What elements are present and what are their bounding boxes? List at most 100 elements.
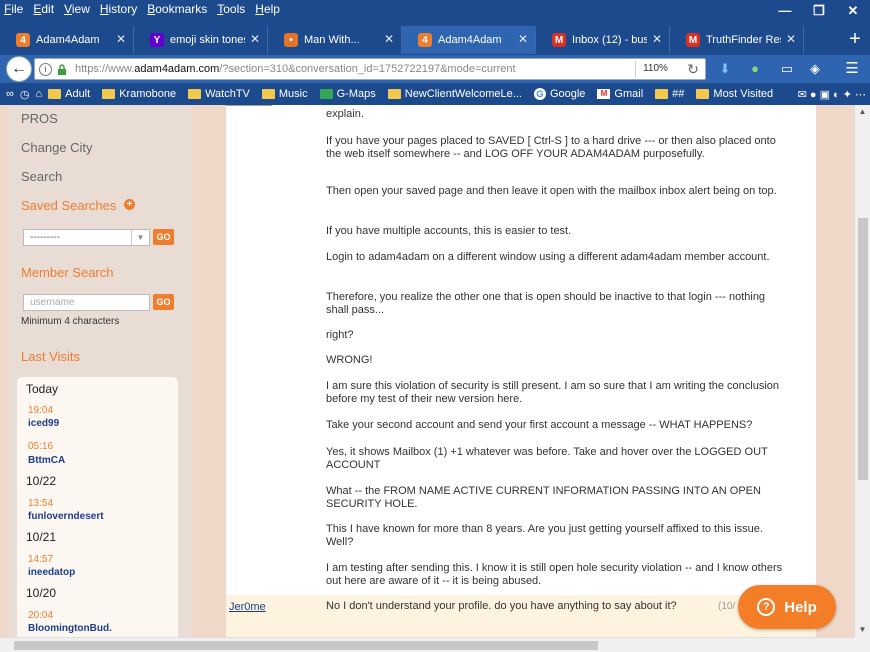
home-icon[interactable]: ⌂: [35, 88, 42, 100]
bookmark-most-visited[interactable]: Most Visited: [696, 88, 773, 100]
message-row[interactable]: Jer0me No I don't understand your profil…: [226, 595, 816, 637]
bookmark-google[interactable]: G Google: [533, 88, 585, 100]
close-tab-icon[interactable]: ✕: [383, 33, 395, 45]
menu-edit[interactable]: Edit: [33, 2, 54, 16]
menu-history[interactable]: History: [100, 2, 137, 16]
message-paragraph: If you have your pages placed to SAVED […: [326, 135, 776, 160]
visit-time: 13:54: [28, 498, 54, 509]
sidebar-item-member-search[interactable]: Member Search: [21, 265, 113, 280]
vertical-scrollbar[interactable]: ▲ ▼: [854, 105, 870, 637]
mask-icon[interactable]: ∞: [6, 88, 14, 100]
site-favicon-icon: •: [284, 33, 298, 47]
bookmark-gmaps[interactable]: G-Maps: [319, 88, 376, 100]
download-icon[interactable]: ⬇: [716, 61, 734, 77]
url-text: https://www.adam4adam.com/?section=310&c…: [75, 63, 516, 75]
close-tab-icon[interactable]: ✕: [651, 33, 663, 45]
scroll-down-arrow-icon[interactable]: ▼: [855, 623, 870, 637]
minimize-button[interactable]: —: [768, 0, 802, 22]
hamburger-menu-icon[interactable]: ☰: [843, 61, 861, 77]
tab-adam4adam-active[interactable]: 4 Adam4Adam ✕: [402, 26, 536, 54]
page-viewport: PROS Change City Search Saved Searches +…: [0, 105, 854, 637]
menu-help[interactable]: Help: [255, 2, 280, 16]
extension-toolbar-icons[interactable]: ✉ ● ▣ ◐ ✦ ⋯: [798, 88, 866, 101]
message-paragraph: explain.: [326, 108, 364, 120]
saved-search-select[interactable]: --------- ▼: [23, 229, 150, 246]
bookmark-hash[interactable]: ##: [655, 88, 684, 100]
close-tab-icon[interactable]: ✕: [115, 33, 127, 45]
maximize-button[interactable]: ❐: [802, 0, 836, 22]
bookmark-gmail[interactable]: M Gmail: [597, 88, 643, 100]
reader-icon[interactable]: ▭: [778, 61, 796, 77]
folder-icon: [655, 89, 669, 99]
browser-chrome: File Edit View History Bookmarks Tools H…: [0, 0, 870, 105]
bookmark-watchtv[interactable]: WatchTV: [188, 88, 250, 100]
member-search-go-button[interactable]: GO: [153, 294, 174, 310]
folder-icon: [188, 89, 202, 99]
visit-user-link[interactable]: ineedatop: [28, 567, 75, 578]
new-tab-button[interactable]: +: [840, 26, 870, 54]
back-button[interactable]: ←: [6, 56, 32, 82]
conversation-panel: explain. If you have your pages placed t…: [226, 105, 816, 637]
menu-bar: File Edit View History Bookmarks Tools H…: [0, 0, 780, 18]
adam4adam-favicon-icon: 4: [418, 33, 432, 47]
bookmark-adult[interactable]: Adult: [48, 88, 90, 100]
history-icon[interactable]: ◷: [20, 88, 30, 101]
close-tab-icon[interactable]: ✕: [785, 33, 797, 45]
menu-view[interactable]: View: [64, 2, 90, 16]
gmail-icon: M: [597, 89, 611, 99]
horizontal-scroll-thumb[interactable]: [14, 641, 598, 650]
close-tab-icon[interactable]: ✕: [517, 33, 529, 45]
tab-inbox[interactable]: M Inbox (12) - bust... ✕: [536, 26, 670, 54]
message-paragraph: Then open your saved page and then leave…: [326, 185, 777, 197]
menu-bookmarks[interactable]: Bookmarks: [147, 2, 207, 16]
visit-time: 14:57: [28, 554, 54, 565]
chevron-down-icon: ▼: [131, 230, 149, 245]
sidebar-item-last-visits[interactable]: Last Visits: [21, 349, 80, 364]
close-window-button[interactable]: ✕: [836, 0, 870, 22]
saved-search-go-button[interactable]: GO: [153, 229, 174, 245]
vertical-scroll-thumb[interactable]: [858, 218, 868, 480]
url-bar[interactable]: i https://www.adam4adam.com/?section=310…: [34, 58, 706, 80]
menu-tools[interactable]: Tools: [217, 2, 245, 16]
username-input[interactable]: username: [23, 294, 150, 311]
visit-user-link[interactable]: BloomingtonBud.: [28, 623, 112, 634]
info-icon[interactable]: i: [39, 63, 52, 76]
visit-user-link[interactable]: iced99: [28, 418, 59, 429]
tab-truthfinder[interactable]: M TruthFinder Res... ✕: [670, 26, 804, 54]
visit-user-link[interactable]: BttmCA: [28, 455, 65, 466]
message-paragraph: I am testing after sending this. I know …: [326, 562, 783, 587]
message-paragraph: Therefore, you realize the other one tha…: [326, 291, 766, 316]
add-saved-search-icon[interactable]: +: [124, 199, 135, 210]
sidebar-item-pros[interactable]: PROS: [21, 111, 58, 126]
reload-icon[interactable]: ↻: [685, 61, 701, 77]
sidebar-item-change-city[interactable]: Change City: [21, 140, 93, 155]
sidebar-item-saved-searches[interactable]: Saved Searches: [21, 198, 116, 213]
visit-time: 05:16: [28, 441, 54, 452]
tab-bar: 4 Adam4Adam ✕ Y emoji skin tones... ✕ • …: [0, 26, 870, 54]
reply-sender-link[interactable]: Jer0me: [229, 601, 266, 613]
bookmark-kramobone[interactable]: Kramobone: [102, 88, 176, 100]
scroll-up-arrow-icon[interactable]: ▲: [855, 105, 870, 119]
message-divider: [226, 105, 272, 106]
tab-adam4adam[interactable]: 4 Adam4Adam ✕: [0, 26, 134, 54]
help-button[interactable]: ? Help: [738, 585, 836, 629]
bookmarks-bar: ∞ ◷ ⌂ Adult Kramobone WatchTV Music G-Ma…: [0, 84, 870, 104]
message-paragraph: right?: [326, 329, 354, 341]
horizontal-scrollbar[interactable]: [0, 637, 854, 652]
close-tab-icon[interactable]: ✕: [249, 33, 261, 45]
sidebar-item-search[interactable]: Search: [21, 169, 62, 184]
gmail-favicon-icon: M: [686, 33, 700, 47]
visit-user-link[interactable]: funloverndesert: [28, 511, 104, 522]
min-chars-hint: Minimum 4 characters: [21, 316, 120, 327]
visit-time: 19:04: [28, 405, 54, 416]
extension-icon[interactable]: ●: [746, 61, 764, 77]
bookmark-newclient[interactable]: NewClientWelcomeLe...: [387, 88, 522, 100]
tab-emoji-skin-tones[interactable]: Y emoji skin tones... ✕: [134, 26, 268, 54]
zoom-level[interactable]: 110%: [635, 61, 675, 77]
pocket-icon[interactable]: ◈: [806, 61, 824, 77]
menu-file[interactable]: File: [4, 2, 23, 16]
tab-label: Man With...: [304, 34, 360, 46]
message-paragraph: What -- the FROM NAME ACTIVE CURRENT INF…: [326, 485, 761, 510]
bookmark-music[interactable]: Music: [261, 88, 308, 100]
tab-man-with[interactable]: • Man With... ✕: [268, 26, 402, 54]
